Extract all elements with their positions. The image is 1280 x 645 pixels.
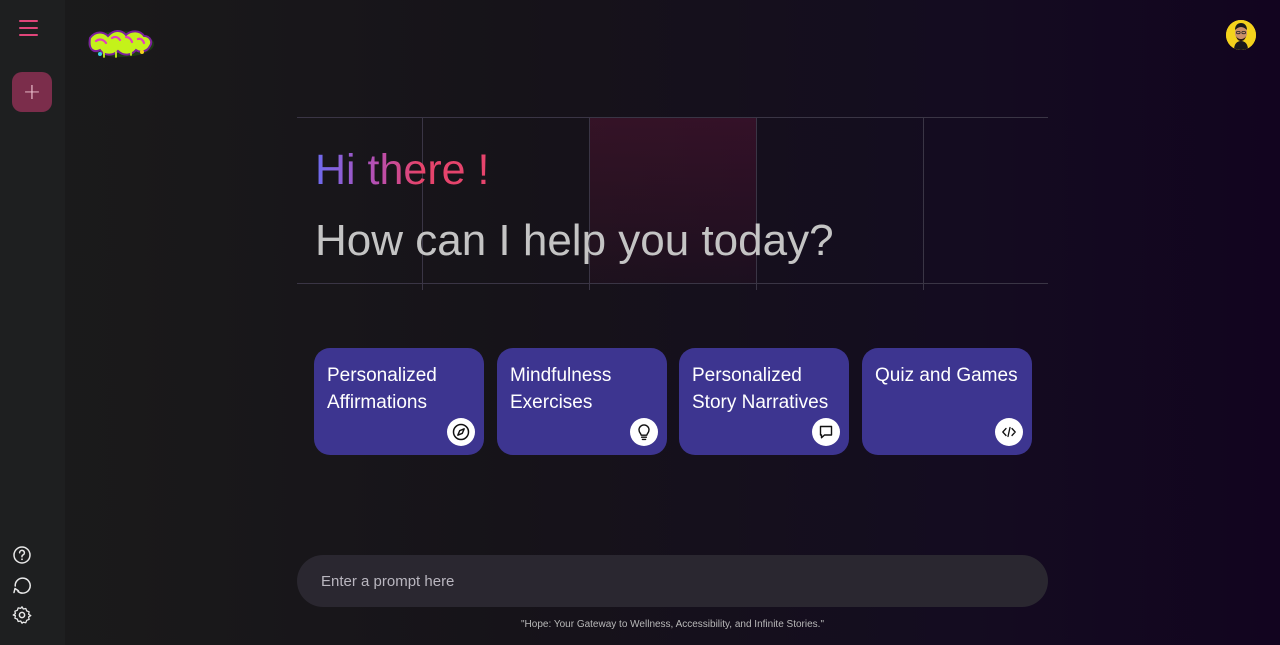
hero-section: Hi there ! How can I help you today? (297, 117, 1048, 290)
user-avatar[interactable] (1226, 20, 1256, 50)
chat-bubble-icon (812, 418, 840, 446)
settings-icon[interactable] (12, 605, 32, 625)
avatar-face-icon (1226, 20, 1256, 50)
footer-tagline: "Hope: Your Gateway to Wellness, Accessi… (521, 619, 824, 630)
compass-icon (447, 418, 475, 446)
card-label: Quiz and Games (875, 365, 1018, 386)
lightbulb-icon (630, 418, 658, 446)
history-icon[interactable] (12, 575, 32, 595)
card-label: Personalized Affirmations (327, 365, 437, 413)
code-icon (995, 418, 1023, 446)
greeting-heading: Hi there ! (315, 146, 490, 194)
help-subtitle: How can I help you today? (315, 216, 834, 265)
sidebar: + (0, 0, 65, 645)
hope-logo-icon[interactable] (86, 24, 156, 64)
card-mindfulness-exercises[interactable]: Mindfulness Exercises (497, 348, 667, 455)
hero-grid-line (923, 117, 924, 290)
card-label: Personalized Story Narratives (692, 365, 829, 413)
hamburger-menu-icon[interactable] (16, 16, 42, 40)
hero-grid-line (297, 117, 1048, 118)
prompt-input[interactable] (297, 555, 1048, 607)
card-personalized-affirmations[interactable]: Personalized Affirmations (314, 348, 484, 455)
card-personalized-story-narratives[interactable]: Personalized Story Narratives (679, 348, 849, 455)
card-label: Mindfulness Exercises (510, 365, 612, 413)
hero-grid-line (297, 283, 1048, 284)
card-quiz-and-games[interactable]: Quiz and Games (862, 348, 1032, 455)
help-icon[interactable] (12, 545, 32, 565)
new-chat-button[interactable]: + (12, 72, 52, 112)
